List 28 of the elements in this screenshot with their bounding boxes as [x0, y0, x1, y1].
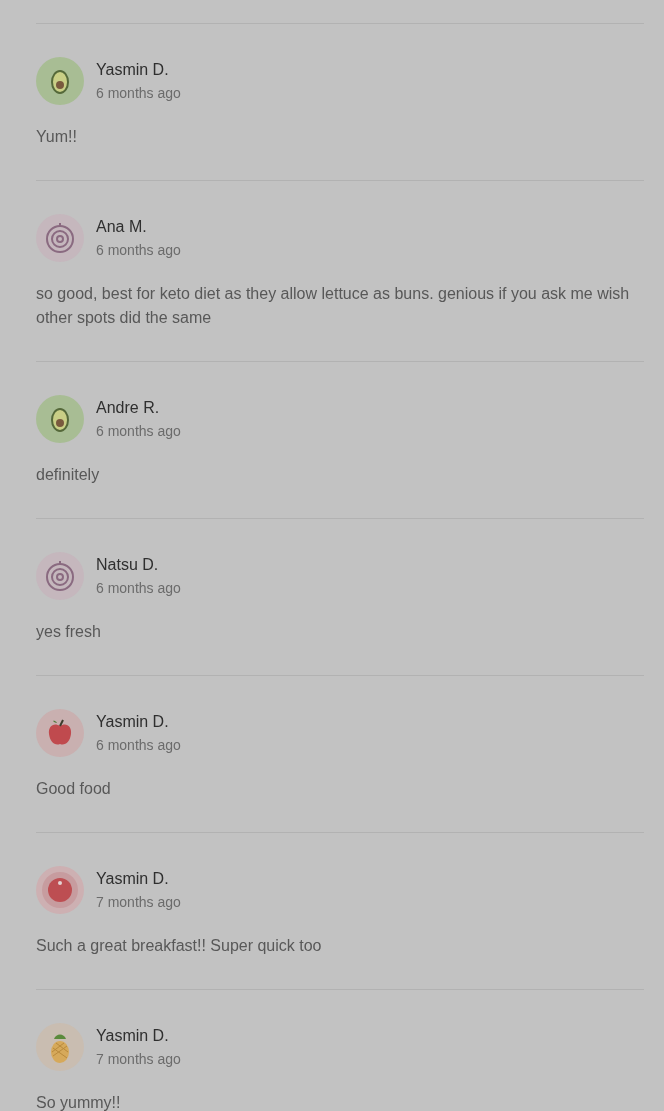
user-name: Andre R.: [96, 398, 161, 418]
onion-icon: [36, 214, 84, 262]
timestamp: 7 months ago: [96, 893, 181, 912]
user-name: Yasmin D.: [96, 869, 170, 889]
timestamp: 6 months ago: [96, 84, 181, 103]
comment-text: yes fresh: [36, 622, 102, 642]
comment-text: definitely: [36, 465, 101, 485]
timestamp: 7 months ago: [96, 1050, 181, 1069]
avocado-icon: [36, 57, 84, 105]
user-name: Natsu D.: [96, 555, 160, 575]
comment-text: Such a great breakfast!! Super quick too: [36, 936, 323, 956]
onion-icon: [36, 552, 84, 600]
user-name: Yasmin D.: [96, 60, 170, 80]
comment-text: Yum!!: [36, 127, 78, 147]
user-name: Yasmin D.: [96, 1026, 170, 1046]
apple-icon: [36, 709, 84, 757]
comment-text: So yummy!!: [36, 1093, 122, 1111]
tomato-icon: [36, 866, 84, 914]
user-name: Ana M.: [96, 217, 148, 237]
comment-text: so good, best for keto diet as they allow lettuce as buns. genious if you ask me wish other spots did the same: [36, 284, 631, 328]
timestamp: 6 months ago: [96, 736, 181, 755]
timestamp: 6 months ago: [96, 241, 181, 260]
comment-text: Good food: [36, 779, 112, 799]
avocado-icon: [36, 395, 84, 443]
timestamp: 6 months ago: [96, 422, 181, 441]
timestamp: 6 months ago: [96, 579, 181, 598]
user-name: Yasmin D.: [96, 712, 170, 732]
pineapple-icon: [36, 1023, 84, 1071]
